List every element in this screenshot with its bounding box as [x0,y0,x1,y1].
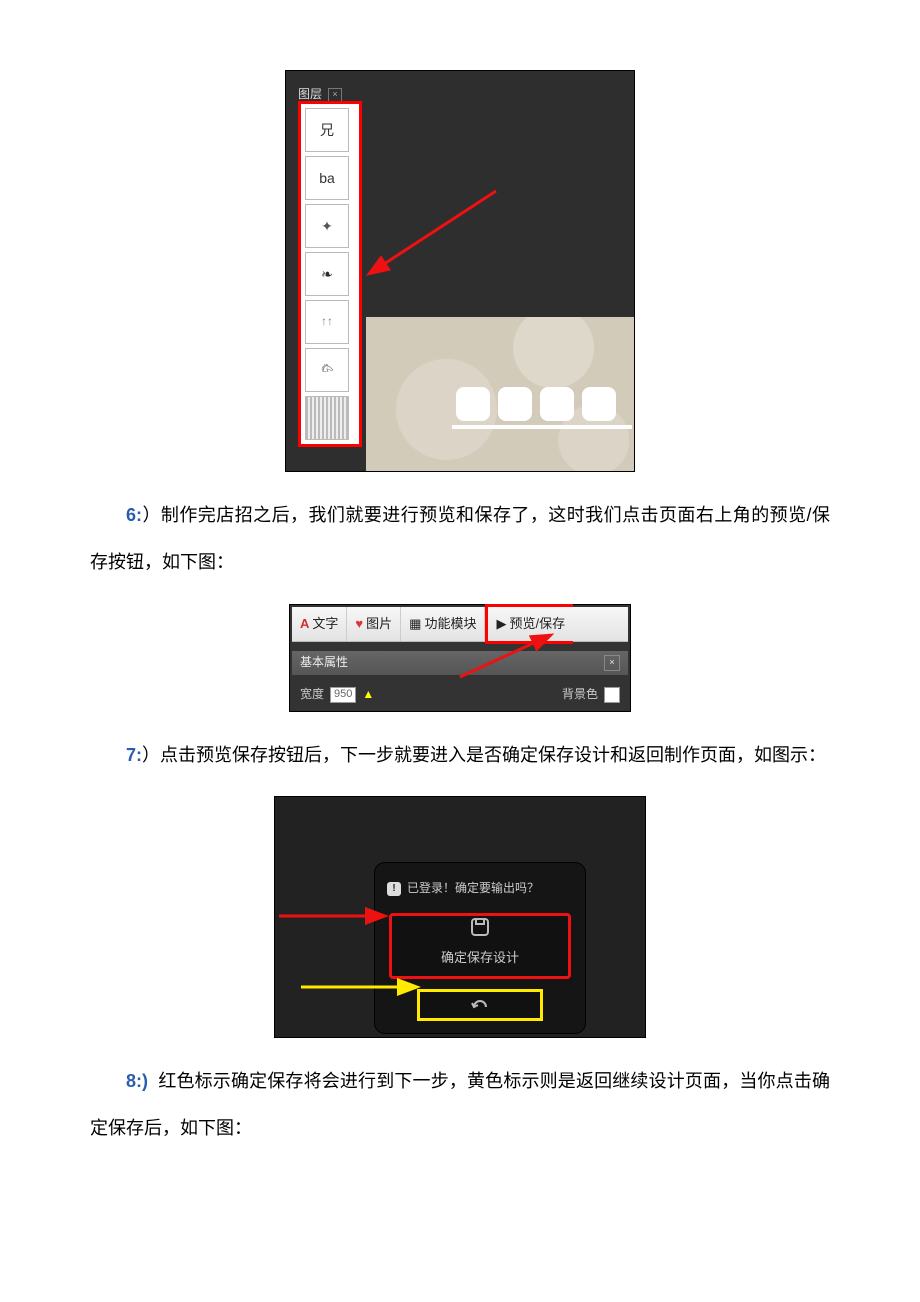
module-button-label: 功能模块 [424,607,476,641]
properties-title: 基本属性 [300,647,348,678]
underline-icon [452,425,632,429]
close-icon[interactable]: × [328,88,342,102]
image-button-label: 图片 [366,607,392,641]
play-icon: ▶ [496,607,506,641]
step-6-paragraph: 6:）制作完店招之后，我们就要进行预览和保存了，这时我们点击页面右上角的预览/保… [90,492,830,586]
width-label: 宽度 [300,679,324,710]
toolbar-screenshot: A文字 ♥图片 ▦功能模块 ▶预览/保存 基本属性 × 宽度 950 ▲ 背景色 [289,604,631,712]
width-input[interactable]: 950 [330,687,356,703]
preview-save-button[interactable]: ▶预览/保存 [485,604,573,644]
bgcolor-label: 背景色 [562,679,598,710]
step-number: 6: [126,505,142,525]
layer-thumb-2[interactable]: ba [305,156,349,200]
warning-icon: ▲ [362,679,374,710]
layer-thumb-1[interactable]: 兄 [305,108,349,152]
layer-thumb-leaf[interactable] [305,252,349,296]
save-dialog-screenshot: ! 已登录！确定要输出吗？ 确定保存设计 [274,796,646,1038]
heart-icon: ♥ [355,607,363,641]
annotation-arrow-red [376,191,496,271]
save-icon [469,917,491,937]
layer-thumb-star[interactable] [305,204,349,248]
color-swatch[interactable] [604,687,620,703]
step-7-paragraph: 7:）点击预览保存按钮后，下一步就要进入是否确定保存设计和返回制作页面，如图示： [90,732,830,779]
annotation-arrow-yellow [301,977,411,997]
text-button[interactable]: A文字 [292,607,347,641]
layer-thumb-texture[interactable] [305,396,349,440]
canvas-squares [456,387,616,421]
annotation-arrow-red [279,905,379,927]
annotation-arrow-red [460,639,550,677]
layer-thumbnails: 兄 ba [298,101,362,447]
dialog-title-text: 已登录！确定要输出吗？ [407,873,539,904]
square-icon [498,387,532,421]
square-icon [582,387,616,421]
step-text: 红色标示确定保存将会进行到下一步，黄色标示则是返回继续设计页面，当你点击确定保存… [90,1071,830,1138]
toolbar: A文字 ♥图片 ▦功能模块 ▶预览/保存 [292,607,628,642]
module-button[interactable]: ▦功能模块 [401,607,485,641]
step-text: ）点击预览保存按钮后，下一步就要进入是否确定保存设计和返回制作页面，如图示： [142,745,826,765]
return-icon [468,997,492,1013]
layer-thumb-horse[interactable] [305,348,349,392]
step-text: ）制作完店招之后，我们就要进行预览和保存了，这时我们点击页面右上角的预览/保存按… [90,505,830,572]
step-number: 8:) [126,1071,148,1091]
return-button[interactable] [417,989,543,1021]
step-number: 7: [126,745,142,765]
layers-panel-screenshot: 图层 × 兄 ba [285,70,635,472]
step-8-paragraph: 8:) 红色标示确定保存将会进行到下一步，黄色标示则是返回继续设计页面，当你点击… [90,1058,830,1152]
dialog-title: ! 已登录！确定要输出吗？ [375,873,585,912]
square-icon [540,387,574,421]
image-button[interactable]: ♥图片 [347,607,401,641]
confirm-save-button[interactable]: 确定保存设计 [389,913,571,979]
module-icon: ▦ [409,607,421,641]
layer-thumb-arrows[interactable] [305,300,349,344]
close-icon[interactable]: × [604,655,620,671]
text-button-label: 文字 [312,607,338,641]
design-canvas [366,317,634,471]
square-icon [456,387,490,421]
properties-row: 宽度 950 ▲ 背景色 [292,683,628,707]
confirm-save-label: 确定保存设计 [441,941,519,975]
preview-save-label: 预览/保存 [509,607,565,641]
exclamation-icon: ! [387,882,401,896]
confirm-dialog: ! 已登录！确定要输出吗？ 确定保存设计 [375,863,585,1032]
